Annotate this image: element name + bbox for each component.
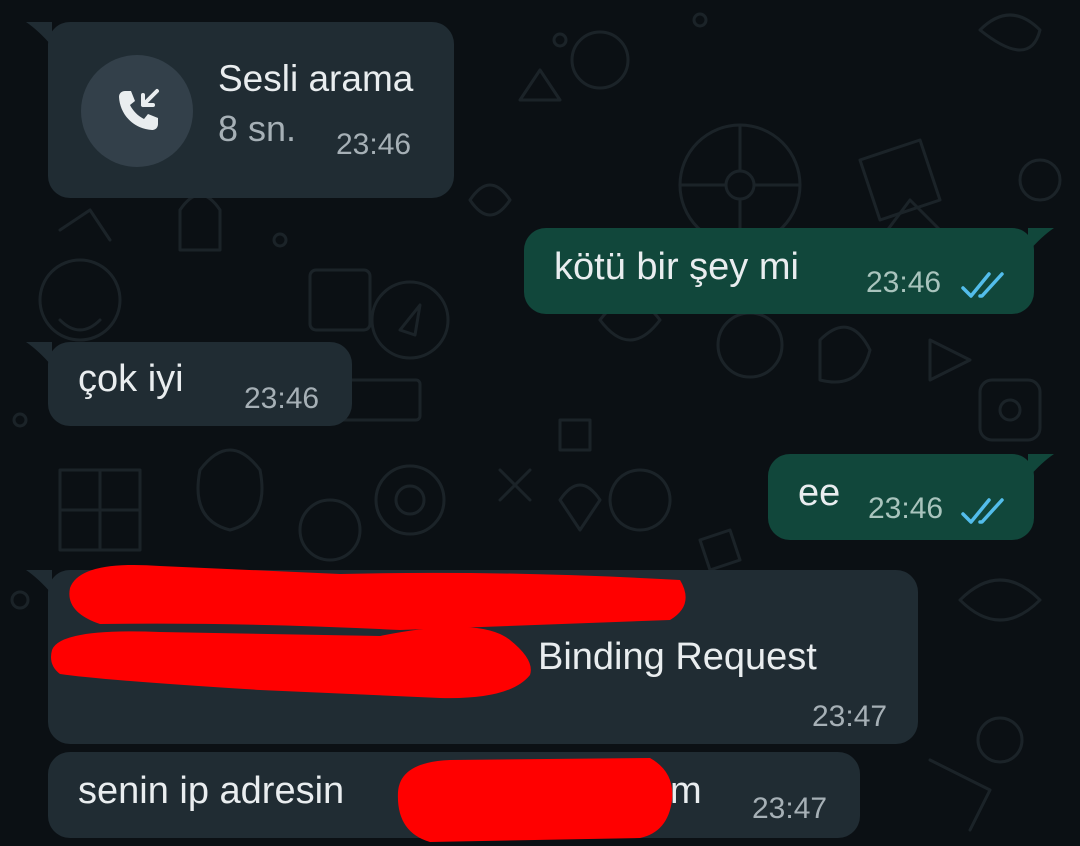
bubble-tail xyxy=(26,22,52,46)
bubble-tail xyxy=(26,342,52,366)
outgoing-message[interactable]: kötü bir şey mi 23:46 xyxy=(524,228,1054,314)
call-title: Sesli arama xyxy=(218,58,414,99)
redaction-scribble xyxy=(397,758,673,842)
call-icon-container xyxy=(81,55,193,167)
message-text: ee xyxy=(798,472,841,514)
double-check-icon xyxy=(961,498,1004,524)
message-text-start: senin ip adresin xyxy=(78,770,345,812)
double-check-icon xyxy=(961,272,1004,298)
message-text: çok iyi xyxy=(78,358,184,400)
message-time: 23:47 xyxy=(812,700,888,733)
outgoing-message[interactable]: ee 23:46 xyxy=(768,454,1054,540)
bubble-tail xyxy=(1028,228,1054,252)
message-time: 23:46 xyxy=(244,382,320,415)
message-time: 23:46 xyxy=(336,128,412,161)
message-text: kötü bir şey mi xyxy=(554,246,799,288)
incoming-message[interactable]: çok iyi 23:46 xyxy=(26,342,352,426)
message-time: 23:47 xyxy=(752,792,828,825)
incoming-call-icon xyxy=(119,89,159,130)
bubble-tail xyxy=(1028,454,1054,478)
message-time: 23:46 xyxy=(868,492,944,525)
call-duration: 8 sn. xyxy=(218,108,297,149)
redaction-scribble xyxy=(51,564,686,699)
message-time: 23:46 xyxy=(866,266,942,299)
voice-call-message[interactable]: Sesli arama 8 sn. 23:46 xyxy=(26,22,454,198)
